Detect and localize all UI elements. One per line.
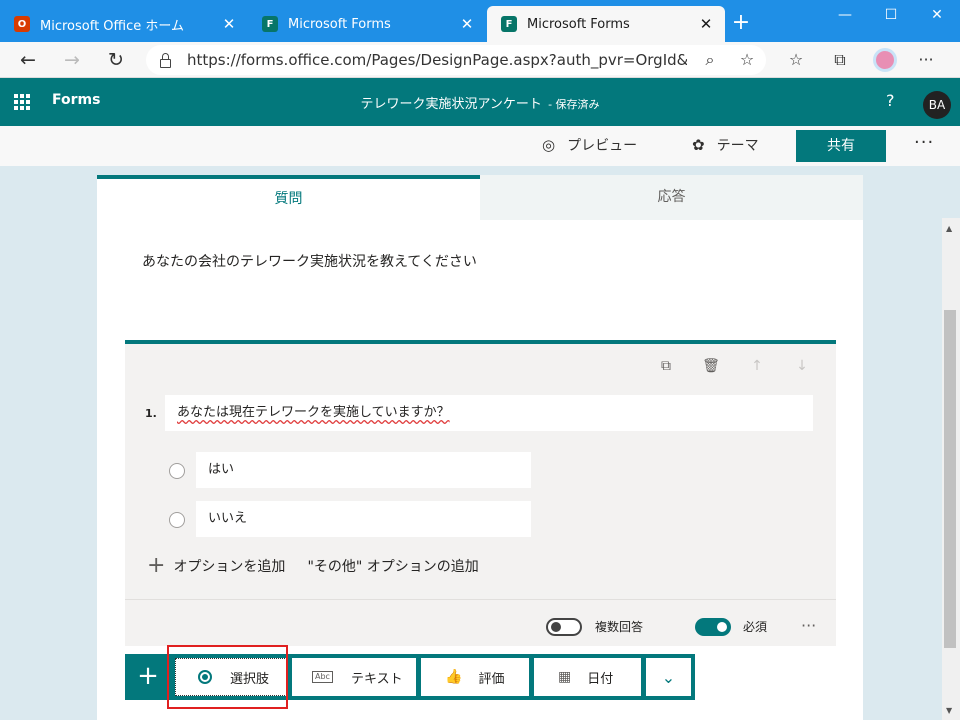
- close-icon[interactable]: ✕: [220, 15, 238, 33]
- browser-tab-office[interactable]: O Microsoft Office ホーム ✕: [0, 6, 248, 42]
- thumbs-up-icon: 👍: [445, 669, 463, 685]
- tab-title: Microsoft Forms: [527, 16, 630, 32]
- tab-responses[interactable]: 応答: [480, 175, 863, 220]
- add-option-row: + オプションを追加 "その他" オプションの追加: [147, 553, 479, 578]
- scroll-down-icon[interactable]: ▼: [946, 706, 952, 715]
- maximize-button[interactable]: ☐: [868, 0, 914, 30]
- minimize-button[interactable]: —: [822, 0, 868, 30]
- refresh-icon[interactable]: ↻: [102, 46, 130, 74]
- browser-tabstrip: O Microsoft Office ホーム ✕ F Microsoft For…: [0, 0, 960, 42]
- window-close-button[interactable]: ✕: [914, 0, 960, 30]
- text-label: テキスト: [350, 671, 403, 687]
- insert-rating-button[interactable]: 👍 評価: [421, 658, 529, 696]
- favorite-star-icon[interactable]: ☆: [735, 48, 759, 72]
- multiple-answers-label: 複数回答: [595, 620, 644, 634]
- rating-label: 評価: [478, 671, 505, 687]
- question-more-icon[interactable]: ···: [801, 616, 816, 635]
- forms-icon: F: [262, 16, 278, 32]
- theme-label: テーマ: [716, 138, 759, 154]
- highlight-box: [167, 645, 288, 709]
- trash-icon[interactable]: 🗑: [702, 357, 720, 375]
- required-toggle[interactable]: [695, 618, 731, 636]
- required-label: 必須: [743, 620, 768, 634]
- add-new-icon[interactable]: +: [125, 654, 171, 700]
- preview-label: プレビュー: [567, 138, 638, 154]
- profile-avatar[interactable]: [873, 48, 897, 72]
- form-card: 質問 応答 あなたの会社のテレワーク実施状況を教えてください ⧉ 🗑 ↑ ↓ 1…: [97, 175, 863, 720]
- forward-arrow-icon[interactable]: →: [58, 46, 86, 74]
- text-abc-icon: Abc: [312, 671, 333, 683]
- address-bar: ← → ↻ https://forms.office.com/Pages/Des…: [0, 42, 960, 78]
- forms-icon: F: [501, 16, 517, 32]
- question-title-input[interactable]: あなたは現在テレワークを実施していますか？: [165, 395, 813, 431]
- forms-header: Forms テレワーク実施状況アンケート - 保存済み ? BA: [0, 78, 960, 126]
- lock-icon: [160, 52, 171, 68]
- browser-tab-forms-2[interactable]: F Microsoft Forms ✕: [487, 6, 725, 42]
- scrollbar-thumb[interactable]: [944, 310, 956, 648]
- browser-menu-icon[interactable]: ···: [914, 48, 938, 72]
- question-title-text: あなたは現在テレワークを実施していますか？: [177, 405, 450, 420]
- zoom-icon[interactable]: ⌕: [698, 48, 722, 72]
- move-down-icon[interactable]: ↓: [793, 357, 811, 375]
- theme-button[interactable]: ✿ テーマ: [692, 135, 759, 155]
- preview-button[interactable]: ◎ プレビュー: [542, 135, 637, 155]
- form-title: テレワーク実施状況アンケート: [360, 97, 542, 112]
- tab-title: Microsoft Office ホーム: [40, 18, 184, 34]
- question-number: 1.: [145, 407, 157, 420]
- url-field[interactable]: https://forms.office.com/Pages/DesignPag…: [146, 45, 766, 75]
- move-up-icon[interactable]: ↑: [748, 357, 766, 375]
- date-label: 日付: [587, 671, 614, 687]
- collections-icon[interactable]: ⧉: [828, 48, 852, 72]
- command-bar: ◎ プレビュー ✿ テーマ 共有 ···: [0, 126, 960, 166]
- add-other-option-button[interactable]: "その他" オプションの追加: [307, 556, 478, 576]
- scroll-up-icon[interactable]: ▲: [946, 224, 952, 233]
- add-option-button[interactable]: オプションを追加: [173, 556, 285, 576]
- tab-questions[interactable]: 質問: [97, 175, 480, 220]
- user-avatar[interactable]: BA: [923, 91, 951, 119]
- more-options-icon[interactable]: ···: [914, 132, 934, 153]
- save-status: - 保存済み: [548, 98, 600, 111]
- office-icon: O: [14, 16, 30, 32]
- help-icon[interactable]: ?: [886, 91, 895, 110]
- option-radio: [169, 463, 185, 479]
- option-input-2[interactable]: いいえ: [196, 501, 531, 537]
- more-question-types-button[interactable]: ⌄: [646, 658, 691, 696]
- new-tab-button[interactable]: +: [728, 10, 754, 36]
- close-icon[interactable]: ✕: [697, 15, 715, 33]
- insert-date-button[interactable]: ▦ 日付: [534, 658, 641, 696]
- close-icon[interactable]: ✕: [458, 15, 476, 33]
- favorites-list-icon[interactable]: ☆: [784, 48, 808, 72]
- eye-icon: ◎: [542, 136, 556, 154]
- browser-tab-forms-1[interactable]: F Microsoft Forms ✕: [248, 6, 486, 42]
- document-title: テレワーク実施状況アンケート - 保存済み: [0, 93, 960, 112]
- chevron-down-icon: ⌄: [661, 667, 676, 687]
- option-radio: [169, 512, 185, 528]
- share-button[interactable]: 共有: [796, 130, 886, 162]
- tab-title: Microsoft Forms: [288, 16, 391, 32]
- form-tabs: 質問 応答: [97, 175, 863, 220]
- multiple-answers-toggle[interactable]: [546, 618, 582, 636]
- plus-icon: +: [147, 553, 166, 578]
- copy-icon[interactable]: ⧉: [657, 357, 675, 375]
- palette-icon: ✿: [692, 136, 705, 154]
- question-footer: 複数回答 必須 ···: [125, 599, 836, 650]
- vertical-scrollbar[interactable]: ▲ ▼: [942, 218, 960, 720]
- question-card[interactable]: ⧉ 🗑 ↑ ↓ 1. あなたは現在テレワークを実施していますか？ はい いいえ …: [125, 340, 836, 646]
- back-arrow-icon[interactable]: ←: [14, 46, 42, 74]
- insert-text-button[interactable]: Abc テキスト: [292, 658, 416, 696]
- url-text: https://forms.office.com/Pages/DesignPag…: [187, 51, 687, 69]
- option-input-1[interactable]: はい: [196, 452, 531, 488]
- form-description[interactable]: あなたの会社のテレワーク実施状況を教えてください: [142, 251, 477, 271]
- calendar-icon: ▦: [558, 669, 572, 685]
- form-canvas: 質問 応答 あなたの会社のテレワーク実施状況を教えてください ⧉ 🗑 ↑ ↓ 1…: [0, 166, 960, 720]
